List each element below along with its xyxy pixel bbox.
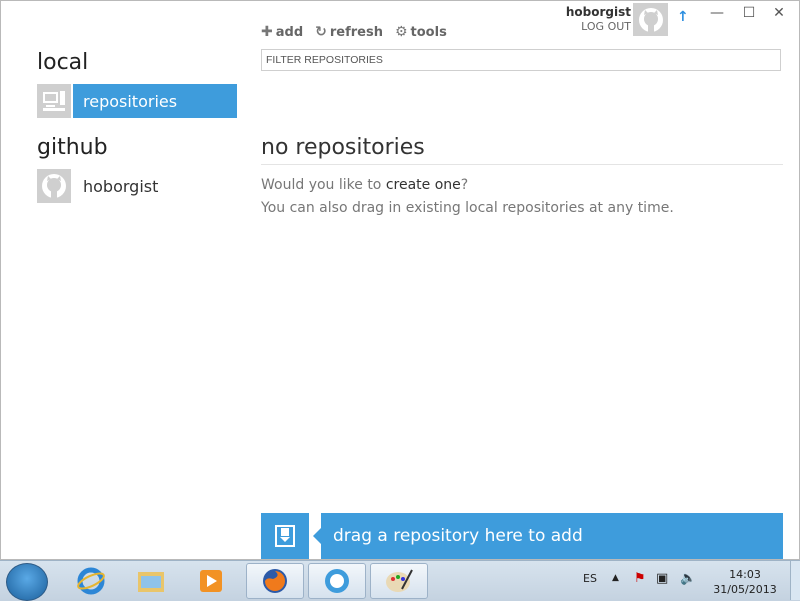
tools-label: tools <box>410 24 447 40</box>
computer-icon <box>37 84 71 118</box>
flag-icon[interactable]: ⚑ <box>634 571 646 586</box>
dropzone-bar[interactable]: drag a repository here to add <box>313 513 783 559</box>
paint-icon[interactable] <box>370 563 428 599</box>
add-button[interactable]: ✚ add <box>261 23 303 41</box>
gear-icon: ⚙ <box>394 24 408 40</box>
internet-explorer-icon[interactable] <box>62 563 120 599</box>
firefox-icon[interactable] <box>246 563 304 599</box>
sidebar-item-repositories[interactable]: repositories <box>37 84 237 118</box>
empty-state-message-2: You can also drag in existing local repo… <box>261 200 674 216</box>
clock-time: 14:03 <box>729 568 761 581</box>
filter-box <box>261 49 781 71</box>
message-suffix: ? <box>460 177 469 193</box>
logout-link[interactable]: LOG OUT <box>566 20 631 33</box>
show-desktop-button[interactable] <box>790 561 800 600</box>
refresh-icon: ↻ <box>315 24 327 40</box>
show-hidden-icons-icon[interactable]: ▲ <box>612 573 619 583</box>
avatar[interactable] <box>633 3 668 36</box>
user-area: hoborgist LOG OUT <box>566 5 631 33</box>
minimize-button[interactable]: — <box>707 5 727 21</box>
octocat-icon <box>37 169 71 203</box>
refresh-label: refresh <box>329 24 383 40</box>
empty-state-message-1: Would you like to create one? <box>261 177 468 193</box>
filter-repositories-input[interactable] <box>266 53 776 67</box>
clock-date: 31/05/2013 <box>713 583 777 596</box>
start-button[interactable] <box>6 563 48 601</box>
refresh-button[interactable]: ↻ refresh <box>315 23 383 41</box>
tools-button[interactable]: ⚙ tools <box>395 23 447 41</box>
taskbar: ES ▲ ⚑ ▣ 🔈 <box>0 560 800 601</box>
github-app-window: ✚ add ↻ refresh ⚙ tools hoborgist LOG OU… <box>0 0 800 560</box>
drop-icon <box>261 513 309 559</box>
sidebar-item-label: repositories <box>73 84 237 118</box>
add-label: add <box>275 24 304 40</box>
username: hoborgist <box>565 5 631 19</box>
create-one-link[interactable]: create one <box>386 177 461 193</box>
github-section-title: github <box>37 135 108 160</box>
language-indicator[interactable]: ES <box>583 572 597 585</box>
maximize-button[interactable]: ☐ <box>739 5 759 21</box>
sidebar-item-label: hoborgist <box>83 176 159 196</box>
sync-arrow-icon[interactable]: ↑ <box>677 9 689 25</box>
clock[interactable]: 14:03 31/05/2013 <box>710 567 780 597</box>
toolbar: ✚ add ↻ refresh ⚙ tools <box>261 23 447 41</box>
plus-icon: ✚ <box>261 24 273 40</box>
media-player-icon[interactable] <box>182 563 240 599</box>
windows-explorer-icon[interactable] <box>122 563 180 599</box>
local-section-title: local <box>37 50 89 75</box>
close-button[interactable]: ✕ <box>769 5 789 21</box>
octocat-icon <box>638 7 663 32</box>
message-prefix: Would you like to <box>261 177 386 193</box>
volume-icon[interactable]: 🔈 <box>680 571 696 586</box>
github-icon[interactable] <box>308 563 366 599</box>
empty-state-title: no repositories <box>261 135 783 165</box>
network-icon[interactable]: ▣ <box>656 571 668 586</box>
sidebar-item-hoborgist[interactable]: hoborgist <box>37 169 237 203</box>
